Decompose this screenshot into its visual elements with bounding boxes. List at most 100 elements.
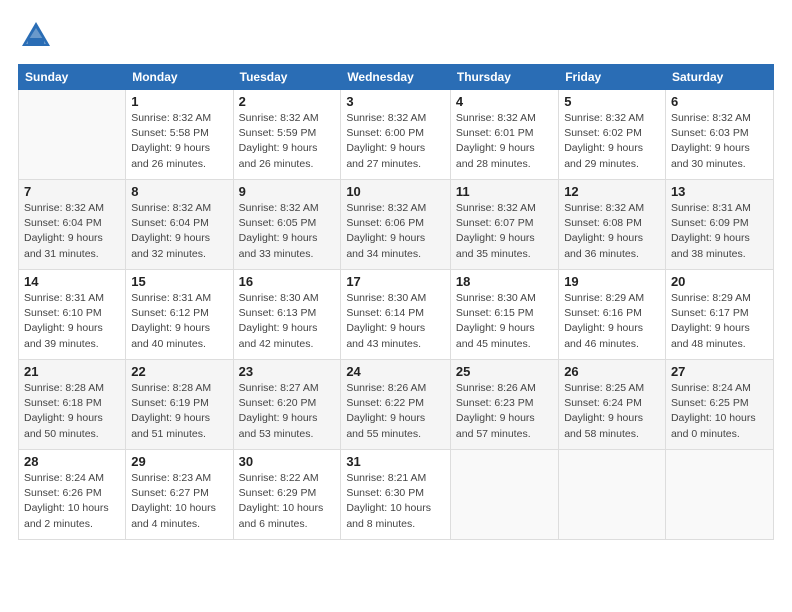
day-info: Sunrise: 8:31 AM Sunset: 6:12 PM Dayligh…: [131, 291, 227, 352]
table-row: 3Sunrise: 8:32 AM Sunset: 6:00 PM Daylig…: [341, 90, 451, 180]
header-row: Sunday Monday Tuesday Wednesday Thursday…: [19, 65, 774, 90]
day-number: 25: [456, 364, 553, 379]
col-friday: Friday: [559, 65, 666, 90]
day-info: Sunrise: 8:32 AM Sunset: 6:03 PM Dayligh…: [671, 111, 768, 172]
table-row: 31 Sunrise: 8:21 AM Sunset: 6:30 PM Dayli…: [341, 450, 451, 540]
day-number: 2: [239, 94, 336, 109]
day-info: Sunrise: 8:21 AM Sunset: 6:30 PM Dayligh…: [346, 471, 445, 532]
table-row: 30 Sunrise: 8:22 AM Sunset: 6:29 PM Dayli…: [233, 450, 341, 540]
day-info: Sunrise: 8:24 AM Sunset: 6:25 PM Dayligh…: [671, 381, 768, 442]
day-number: 22: [131, 364, 227, 379]
day-number: 11: [456, 184, 553, 199]
col-tuesday: Tuesday: [233, 65, 341, 90]
day-info: Sunrise: 8:32 AM Sunset: 6:04 PM Dayligh…: [24, 201, 120, 262]
table-row: 11 Sunrise: 8:32 AM Sunset: 6:07 PM Dayli…: [450, 180, 558, 270]
table-row: 26 Sunrise: 8:25 AM Sunset: 6:24 PM Dayli…: [559, 360, 666, 450]
table-row: 17 Sunrise: 8:30 AM Sunset: 6:14 PM Dayli…: [341, 270, 451, 360]
day-number: 1: [131, 94, 227, 109]
week-row-3: 14 Sunrise: 8:31 AM Sunset: 6:10 PM Dayli…: [19, 270, 774, 360]
day-info: Sunrise: 8:29 AM Sunset: 6:17 PM Dayligh…: [671, 291, 768, 352]
day-info: Sunrise: 8:30 AM Sunset: 6:13 PM Dayligh…: [239, 291, 336, 352]
day-number: 9: [239, 184, 336, 199]
day-number: 16: [239, 274, 336, 289]
table-row: [450, 450, 558, 540]
day-info: Sunrise: 8:32 AM Sunset: 6:01 PM Dayligh…: [456, 111, 553, 172]
day-number: 30: [239, 454, 336, 469]
table-row: 29Sunrise: 8:23 AM Sunset: 6:27 PM Dayli…: [126, 450, 233, 540]
day-number: 13: [671, 184, 768, 199]
day-info: Sunrise: 8:30 AM Sunset: 6:14 PM Dayligh…: [346, 291, 445, 352]
day-number: 8: [131, 184, 227, 199]
logo: [18, 18, 58, 54]
table-row: 13 Sunrise: 8:31 AM Sunset: 6:09 PM Dayli…: [665, 180, 773, 270]
day-info: Sunrise: 8:28 AM Sunset: 6:19 PM Dayligh…: [131, 381, 227, 442]
day-info: Sunrise: 8:32 AM Sunset: 6:06 PM Dayligh…: [346, 201, 445, 262]
table-row: 24 Sunrise: 8:26 AM Sunset: 6:22 PM Dayli…: [341, 360, 451, 450]
table-row: 4 Sunrise: 8:32 AM Sunset: 6:01 PM Daylig…: [450, 90, 558, 180]
table-row: 20 Sunrise: 8:29 AM Sunset: 6:17 PM Dayli…: [665, 270, 773, 360]
table-row: 16 Sunrise: 8:30 AM Sunset: 6:13 PM Dayli…: [233, 270, 341, 360]
table-row: 8Sunrise: 8:32 AM Sunset: 6:04 PM Daylig…: [126, 180, 233, 270]
week-row-2: 7Sunrise: 8:32 AM Sunset: 6:04 PM Daylig…: [19, 180, 774, 270]
day-info: Sunrise: 8:32 AM Sunset: 6:07 PM Dayligh…: [456, 201, 553, 262]
day-info: Sunrise: 8:28 AM Sunset: 6:18 PM Dayligh…: [24, 381, 120, 442]
col-wednesday: Wednesday: [341, 65, 451, 90]
day-number: 26: [564, 364, 660, 379]
day-number: 24: [346, 364, 445, 379]
table-row: 12Sunrise: 8:32 AM Sunset: 6:08 PM Dayli…: [559, 180, 666, 270]
day-number: 14: [24, 274, 120, 289]
table-row: 15 Sunrise: 8:31 AM Sunset: 6:12 PM Dayli…: [126, 270, 233, 360]
table-row: 21 Sunrise: 8:28 AM Sunset: 6:18 PM Dayli…: [19, 360, 126, 450]
day-number: 20: [671, 274, 768, 289]
calendar-table: Sunday Monday Tuesday Wednesday Thursday…: [18, 64, 774, 540]
week-row-4: 21 Sunrise: 8:28 AM Sunset: 6:18 PM Dayli…: [19, 360, 774, 450]
table-row: 19 Sunrise: 8:29 AM Sunset: 6:16 PM Dayli…: [559, 270, 666, 360]
table-row: 14 Sunrise: 8:31 AM Sunset: 6:10 PM Dayli…: [19, 270, 126, 360]
day-number: 17: [346, 274, 445, 289]
day-number: 5: [564, 94, 660, 109]
day-info: Sunrise: 8:31 AM Sunset: 6:10 PM Dayligh…: [24, 291, 120, 352]
day-number: 19: [564, 274, 660, 289]
day-number: 23: [239, 364, 336, 379]
table-row: 27Sunrise: 8:24 AM Sunset: 6:25 PM Dayli…: [665, 360, 773, 450]
day-number: 10: [346, 184, 445, 199]
day-info: Sunrise: 8:32 AM Sunset: 6:00 PM Dayligh…: [346, 111, 445, 172]
table-row: 22 Sunrise: 8:28 AM Sunset: 6:19 PM Dayli…: [126, 360, 233, 450]
day-info: Sunrise: 8:22 AM Sunset: 6:29 PM Dayligh…: [239, 471, 336, 532]
col-saturday: Saturday: [665, 65, 773, 90]
day-number: 21: [24, 364, 120, 379]
day-info: Sunrise: 8:32 AM Sunset: 6:08 PM Dayligh…: [564, 201, 660, 262]
table-row: 9 Sunrise: 8:32 AM Sunset: 6:05 PM Daylig…: [233, 180, 341, 270]
day-number: 6: [671, 94, 768, 109]
table-row: 25 Sunrise: 8:26 AM Sunset: 6:23 PM Dayli…: [450, 360, 558, 450]
day-info: Sunrise: 8:24 AM Sunset: 6:26 PM Dayligh…: [24, 471, 120, 532]
day-info: Sunrise: 8:32 AM Sunset: 6:02 PM Dayligh…: [564, 111, 660, 172]
table-row: [19, 90, 126, 180]
table-row: [559, 450, 666, 540]
col-sunday: Sunday: [19, 65, 126, 90]
table-row: 18Sunrise: 8:30 AM Sunset: 6:15 PM Dayli…: [450, 270, 558, 360]
day-info: Sunrise: 8:29 AM Sunset: 6:16 PM Dayligh…: [564, 291, 660, 352]
day-number: 4: [456, 94, 553, 109]
day-info: Sunrise: 8:32 AM Sunset: 5:58 PM Dayligh…: [131, 111, 227, 172]
day-info: Sunrise: 8:31 AM Sunset: 6:09 PM Dayligh…: [671, 201, 768, 262]
day-number: 29: [131, 454, 227, 469]
col-monday: Monday: [126, 65, 233, 90]
day-info: Sunrise: 8:25 AM Sunset: 6:24 PM Dayligh…: [564, 381, 660, 442]
day-info: Sunrise: 8:32 AM Sunset: 6:05 PM Dayligh…: [239, 201, 336, 262]
day-info: Sunrise: 8:26 AM Sunset: 6:22 PM Dayligh…: [346, 381, 445, 442]
day-number: 31: [346, 454, 445, 469]
week-row-5: 28Sunrise: 8:24 AM Sunset: 6:26 PM Dayli…: [19, 450, 774, 540]
page: Sunday Monday Tuesday Wednesday Thursday…: [0, 0, 792, 612]
table-row: 6 Sunrise: 8:32 AM Sunset: 6:03 PM Daylig…: [665, 90, 773, 180]
day-info: Sunrise: 8:32 AM Sunset: 5:59 PM Dayligh…: [239, 111, 336, 172]
day-info: Sunrise: 8:26 AM Sunset: 6:23 PM Dayligh…: [456, 381, 553, 442]
day-info: Sunrise: 8:27 AM Sunset: 6:20 PM Dayligh…: [239, 381, 336, 442]
table-row: 23 Sunrise: 8:27 AM Sunset: 6:20 PM Dayli…: [233, 360, 341, 450]
day-number: 15: [131, 274, 227, 289]
table-row: 28Sunrise: 8:24 AM Sunset: 6:26 PM Dayli…: [19, 450, 126, 540]
week-row-1: 1 Sunrise: 8:32 AM Sunset: 5:58 PM Daylig…: [19, 90, 774, 180]
header: [18, 18, 774, 54]
table-row: 10 Sunrise: 8:32 AM Sunset: 6:06 PM Dayli…: [341, 180, 451, 270]
day-info: Sunrise: 8:30 AM Sunset: 6:15 PM Dayligh…: [456, 291, 553, 352]
